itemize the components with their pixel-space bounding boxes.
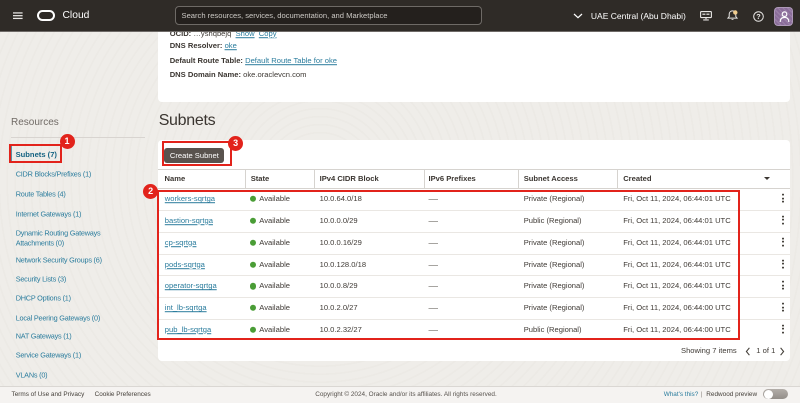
- svg-text:?: ?: [756, 12, 760, 21]
